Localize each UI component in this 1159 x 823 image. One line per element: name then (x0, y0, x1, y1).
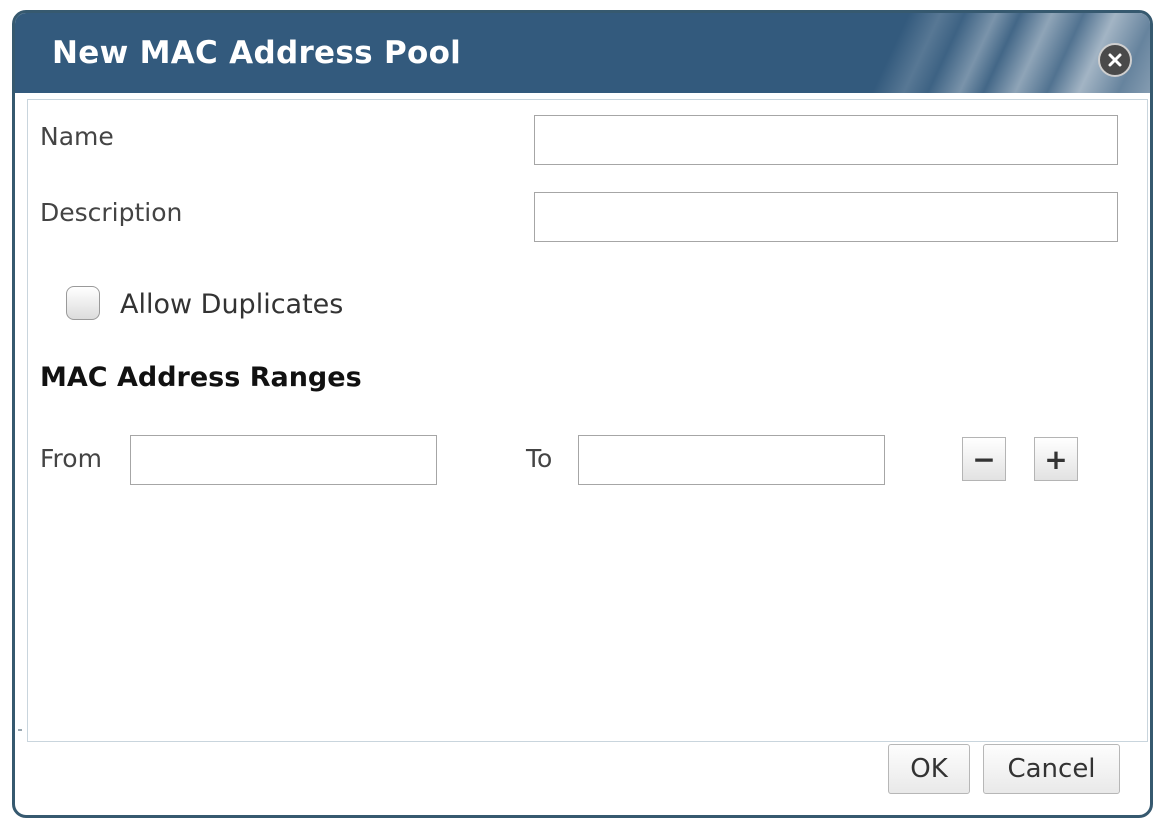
titlebar-decoration (790, 13, 1150, 93)
from-input[interactable] (130, 435, 437, 485)
close-icon (1108, 53, 1122, 67)
divider-mark (18, 729, 22, 731)
description-label: Description (40, 198, 183, 227)
dialog-title: New MAC Address Pool (52, 35, 462, 71)
mac-address-ranges-heading: MAC Address Ranges (40, 362, 362, 393)
remove-range-button[interactable]: − (962, 437, 1006, 481)
name-input[interactable] (534, 115, 1118, 165)
name-label: Name (40, 122, 114, 151)
from-label: From (40, 444, 102, 473)
cancel-button[interactable]: Cancel (983, 744, 1120, 794)
plus-icon: + (1044, 442, 1068, 476)
dialog-titlebar: New MAC Address Pool (15, 13, 1150, 93)
ok-button[interactable]: OK (888, 744, 970, 794)
to-label: To (526, 444, 553, 473)
description-input[interactable] (534, 192, 1118, 242)
allow-duplicates-checkbox[interactable] (66, 286, 100, 320)
add-range-button[interactable]: + (1034, 437, 1078, 481)
close-button[interactable] (1098, 43, 1132, 77)
minus-icon: − (972, 442, 996, 476)
to-input[interactable] (578, 435, 885, 485)
allow-duplicates-label: Allow Duplicates (120, 289, 344, 320)
